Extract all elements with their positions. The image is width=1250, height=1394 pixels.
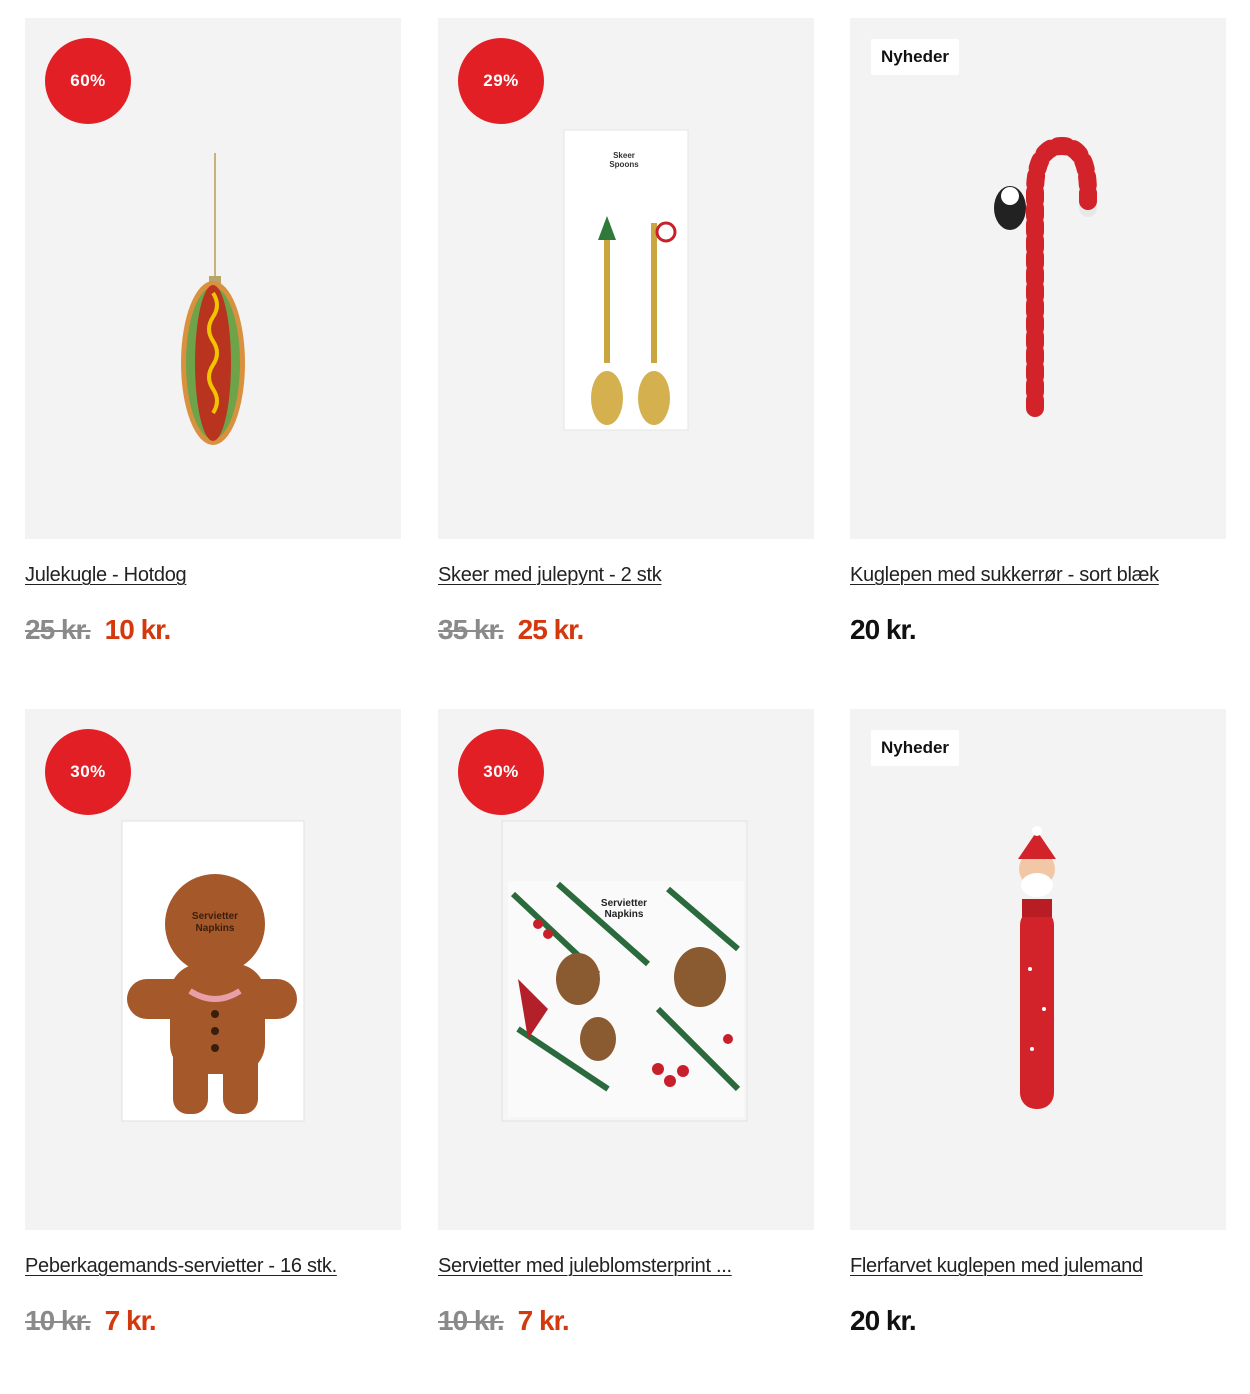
price-row: 25 kr. 10 kr.	[25, 614, 172, 646]
price-row: 10 kr. 7 kr.	[25, 1305, 157, 1337]
price-row: 10 kr. 7 kr.	[438, 1305, 570, 1337]
sale-price: 10 kr.	[104, 614, 172, 645]
product-title-link[interactable]: Skeer med julepynt - 2 stk	[438, 564, 662, 587]
discount-badge: 30%	[45, 729, 131, 815]
new-badge: Nyheder	[871, 730, 960, 766]
product-title-link[interactable]: Julekugle - Hotdog	[25, 564, 187, 587]
price: 20 kr.	[850, 614, 917, 645]
sale-price: 7 kr.	[517, 1305, 570, 1336]
product-card[interactable]: Servietter Napkins 30% Servietter med ju…	[438, 709, 814, 1389]
product-grid: 60% Julekugle - Hotdog 25 kr. 10 kr. Ske…	[0, 0, 1250, 1394]
product-image-link[interactable]: Servietter Napkins 30%	[25, 709, 401, 1230]
sale-price: 7 kr.	[104, 1305, 157, 1336]
original-price: 25 kr.	[25, 614, 92, 645]
product-card[interactable]: Servietter Napkins 30% Peberkagemands-se…	[25, 709, 401, 1389]
product-title-link[interactable]: Servietter med juleblomsterprint ...	[438, 1255, 732, 1278]
package-label: Skeer	[613, 151, 635, 160]
price-row: 20 kr.	[850, 614, 917, 646]
product-card[interactable]: Skeer Spoons 29% Skeer med julepynt - 2 …	[438, 18, 814, 698]
package-label: Napkins	[605, 909, 644, 920]
product-card[interactable]: Nyheder Kuglepen med sukkerrør - sort bl…	[850, 18, 1226, 698]
package-label: Servietter	[601, 898, 647, 909]
product-card[interactable]: Nyheder Flerfarvet kuglepen med julemand…	[850, 709, 1226, 1389]
product-title-link[interactable]: Kuglepen med sukkerrør - sort blæk	[850, 564, 1159, 587]
product-image-link[interactable]: Nyheder	[850, 18, 1226, 539]
package-label: Servietter	[192, 911, 238, 922]
product-title-link[interactable]: Peberkagemands-servietter - 16 stk.	[25, 1255, 337, 1278]
product-title-link[interactable]: Flerfarvet kuglepen med julemand	[850, 1255, 1143, 1278]
product-card[interactable]: 60% Julekugle - Hotdog 25 kr. 10 kr.	[25, 18, 401, 698]
product-image-link[interactable]: 60%	[25, 18, 401, 539]
discount-badge: 30%	[458, 729, 544, 815]
discount-badge: 29%	[458, 38, 544, 124]
original-price: 35 kr.	[438, 614, 505, 645]
original-price: 10 kr.	[438, 1305, 505, 1336]
package-label: Spoons	[609, 160, 639, 169]
price-row: 20 kr.	[850, 1305, 917, 1337]
original-price: 10 kr.	[25, 1305, 92, 1336]
price: 20 kr.	[850, 1305, 917, 1336]
new-badge: Nyheder	[871, 39, 960, 75]
product-image-link[interactable]: Nyheder	[850, 709, 1226, 1230]
sale-price: 25 kr.	[517, 614, 585, 645]
price-row: 35 kr. 25 kr.	[438, 614, 585, 646]
candy-cane-pen-image	[994, 136, 1097, 417]
package-label: Napkins	[196, 923, 235, 934]
product-image-link[interactable]: Skeer Spoons 29%	[438, 18, 814, 539]
product-image-link[interactable]: Servietter Napkins 30%	[438, 709, 814, 1230]
santa-pen-image	[1018, 826, 1056, 1109]
discount-badge: 60%	[45, 38, 131, 124]
